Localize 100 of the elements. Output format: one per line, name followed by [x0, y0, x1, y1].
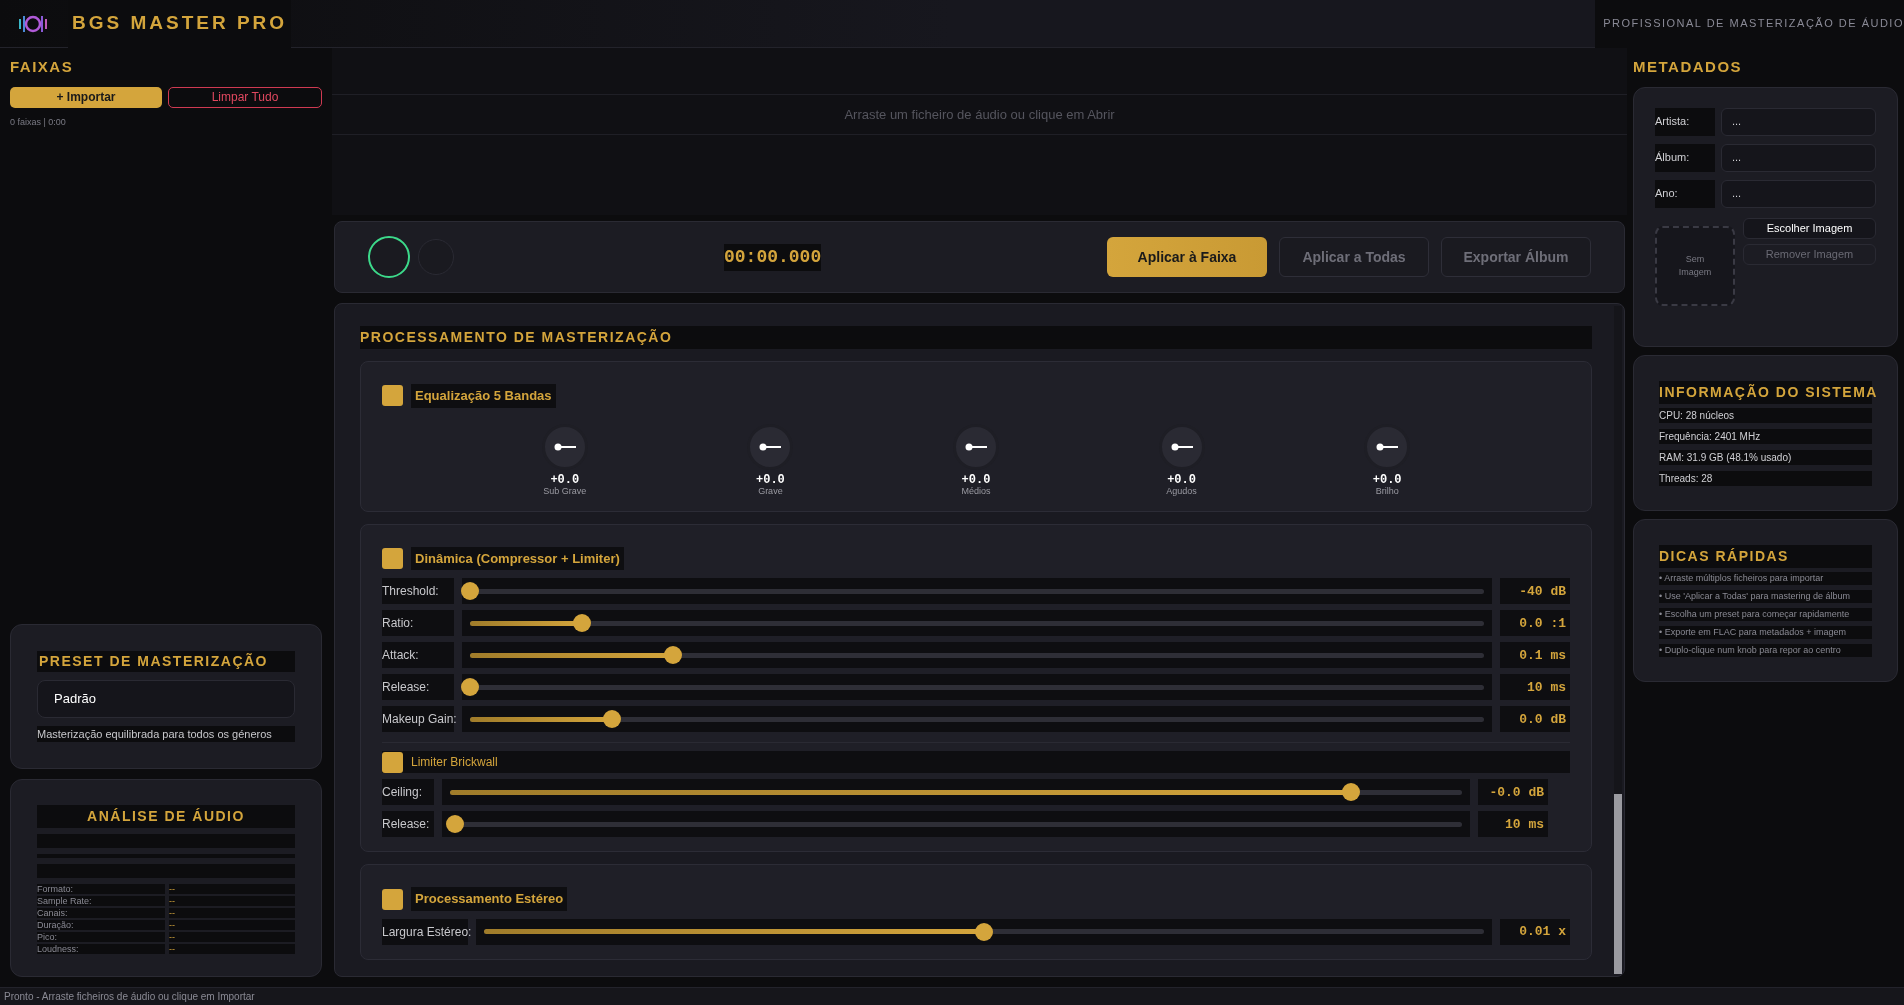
analysis-label: Duração:	[37, 920, 165, 930]
analysis-label: Loudness:	[37, 944, 165, 954]
analysis-value: --	[169, 944, 295, 954]
slider-value: 0.1 ms	[1500, 642, 1570, 669]
processing-title: PROCESSAMENTO DE MASTERIZAÇÃO	[360, 326, 1592, 349]
field-label: Álbum:	[1655, 143, 1715, 172]
section-title: Processamento Estéreo	[411, 887, 568, 911]
slider-label: Attack:	[382, 642, 454, 669]
knob-value: +0.0	[1372, 473, 1402, 486]
knob-indicator-icon	[553, 442, 576, 451]
preset-select[interactable]: Padrão	[37, 679, 295, 718]
round-button[interactable]	[368, 236, 410, 278]
knob-indicator-icon	[759, 442, 782, 451]
knob-indicator-icon	[965, 442, 987, 451]
slider-label: Ratio:	[382, 610, 454, 637]
checkbox[interactable]	[382, 888, 403, 910]
preset-title: PRESET DE MASTERIZAÇÃO	[37, 650, 295, 672]
slider-track[interactable]	[476, 918, 1492, 945]
slider-label: Threshold:	[382, 578, 454, 605]
status-text: Pronto - Arraste ficheiros de áudio ou clique em Importar	[4, 990, 255, 1004]
analysis-label: Sample Rate:	[37, 896, 165, 906]
subsection-title: Limiter Brickwall	[411, 754, 498, 772]
cover-placeholder-text: Sem Imagem	[1677, 252, 1713, 279]
knob-value: +0.0	[961, 473, 991, 486]
slider-value: 10 ms	[1478, 811, 1548, 838]
app-subtitle: PROFISSIONAL DE MASTERIZAÇÃO DE ÁUDIO	[1595, 0, 1904, 48]
preset-description: Masterização equilibrada para todos os géneros	[37, 725, 295, 742]
slider-track[interactable]	[462, 642, 1492, 669]
tip-text: • Duplo-clique num knob para repor ao centro	[1659, 643, 1872, 657]
slider-thumb[interactable]	[602, 710, 621, 729]
slider-track[interactable]	[462, 706, 1492, 733]
slider-value: 0.0 :1	[1500, 610, 1570, 637]
choose-image-button[interactable]: Escolher Imagem	[1743, 217, 1876, 239]
analysis-label: Pico:	[37, 932, 165, 942]
tracks-title: FAIXAS	[10, 57, 75, 77]
knob-label: Sub Grave	[543, 485, 587, 497]
clear-all-button[interactable]: Limpar Tudo	[168, 86, 322, 108]
slider-thumb[interactable]	[663, 646, 682, 665]
knob-label: Grave	[758, 485, 783, 497]
analysis-title: ANÁLISE DE ÁUDIO	[37, 805, 295, 828]
tip-text: • Escolha um preset para começar rapidamente	[1659, 607, 1872, 621]
slider-value: -40 dB	[1500, 578, 1570, 605]
knob-value: +0.0	[756, 473, 785, 486]
knob-indicator-icon	[1170, 442, 1193, 451]
drop-area[interactable]: Arraste um ficheiro de áudio ou clique em Abrir	[332, 48, 1627, 215]
slider-track[interactable]	[442, 811, 1470, 838]
tip-text: • Use 'Aplicar a Todas' para mastering de álbum	[1659, 589, 1872, 603]
slider-thumb[interactable]	[461, 678, 479, 697]
tips-title: DICAS RÁPIDAS	[1659, 544, 1872, 568]
slider-label: Ceiling:	[382, 779, 434, 806]
slider-thumb[interactable]	[975, 922, 993, 941]
slider-track[interactable]	[462, 610, 1492, 637]
analysis-value: --	[169, 932, 295, 942]
analysis-label: Formato:	[37, 884, 165, 894]
knob-value: +0.0	[550, 473, 580, 486]
slider-track[interactable]	[442, 779, 1470, 806]
slider-thumb[interactable]	[461, 582, 479, 601]
import-button[interactable]: + Importar	[10, 86, 162, 108]
checkbox[interactable]	[382, 385, 403, 407]
slider-value: 0.0 dB	[1500, 706, 1570, 733]
drop-hint: Arraste um ficheiro de áudio ou clique em Abrir	[844, 105, 1115, 124]
slider-track[interactable]	[462, 578, 1492, 605]
slider-value: 0.01 x	[1500, 918, 1570, 945]
tip-text: • Exporte em FLAC para metadados + imagem	[1659, 625, 1872, 639]
slider-label: Makeup Gain:	[382, 706, 454, 733]
app-title: BGS MASTER PRO	[68, 0, 292, 48]
checkbox[interactable]	[382, 548, 403, 569]
metadata-title: METADADOS	[1633, 57, 1744, 77]
tip-text: • Arraste múltiplos ficheiros para importar	[1659, 571, 1872, 585]
analysis-value: --	[169, 884, 295, 894]
knob-value: +0.0	[1167, 473, 1196, 486]
knob-label: Médios	[961, 485, 991, 497]
cover-placeholder[interactable]: Sem Imagem	[1655, 225, 1735, 306]
slider-value: -0.0 dB	[1478, 779, 1548, 806]
tracks-summary: 0 faixas | 0:00	[10, 115, 67, 129]
section-title: Equalização 5 Bandas	[411, 384, 556, 408]
analysis-label: Canais:	[37, 908, 165, 918]
action-button[interactable]: Aplicar à Faixa	[1107, 237, 1267, 277]
field-label: Artista:	[1655, 107, 1715, 136]
slider-label: Release:	[382, 674, 454, 701]
knob-indicator-icon	[1376, 442, 1399, 451]
knob-label: Brilho	[1375, 485, 1399, 497]
input-field[interactable]: ...	[1721, 143, 1876, 172]
analysis-value: --	[169, 908, 295, 918]
analysis-value: --	[169, 896, 295, 906]
input-field[interactable]: ...	[1721, 107, 1876, 136]
time-display: 00:00.000	[724, 243, 822, 271]
slider-thumb[interactable]	[572, 614, 591, 633]
analysis-value: --	[169, 920, 295, 930]
input-field[interactable]: ...	[1721, 179, 1876, 208]
slider-value: 10 ms	[1500, 674, 1570, 701]
slider-track[interactable]	[462, 674, 1492, 701]
slider-thumb[interactable]	[446, 815, 465, 834]
scrollbar[interactable]	[1614, 306, 1622, 974]
checkbox[interactable]	[382, 751, 403, 773]
section-title: Dinâmica (Compressor + Limiter)	[411, 546, 624, 571]
slider-label: Release:	[382, 811, 434, 838]
field-label: Ano:	[1655, 179, 1715, 208]
knob-label: Agudos	[1166, 485, 1197, 497]
slider-thumb[interactable]	[1341, 783, 1360, 802]
